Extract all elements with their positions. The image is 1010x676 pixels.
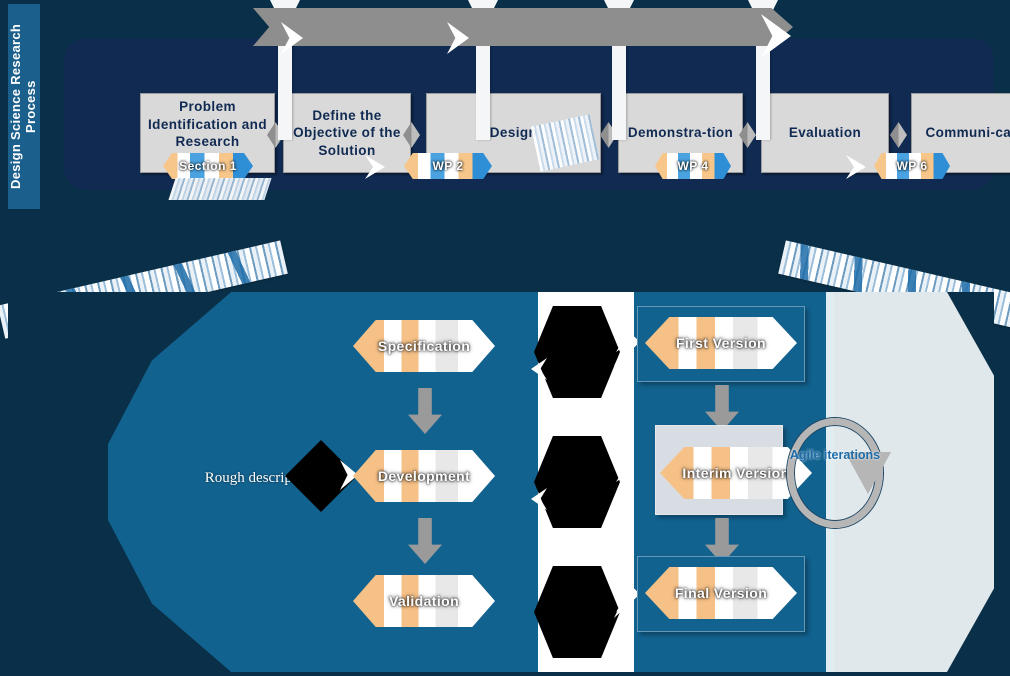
artifact-pill-final-version[interactable]: Final Version — [645, 567, 797, 619]
artifact-pill-first-version[interactable]: First Version — [645, 317, 797, 369]
work-package-badge-2[interactable]: WP 2 — [404, 153, 492, 179]
process-step-define-objective[interactable]: Define the Objective of the Solution — [283, 93, 411, 173]
work-package-badge-3[interactable]: WP 4 — [655, 153, 731, 179]
work-package-badge-4[interactable]: WP 6 — [874, 153, 950, 179]
stage-pill-development[interactable]: Development — [353, 450, 495, 502]
stage-pill-validation[interactable]: Validation — [353, 575, 495, 627]
ribbon-decoration-icon — [168, 178, 272, 200]
process-step-evaluation[interactable]: Evaluation — [761, 93, 889, 173]
lane-label-design-science-research-process: Design Science Research Process — [8, 4, 40, 209]
stage-pill-specification[interactable]: Specification — [353, 320, 495, 372]
diagram-canvas: Design Science Research Process Software… — [0, 0, 1010, 676]
agile-iterations-label: Agile iterations — [789, 448, 881, 462]
process-flow-banner-arrow-icon — [253, 8, 793, 46]
diamond-connector-icon — [890, 122, 907, 148]
work-package-badge-1[interactable]: Section 1 — [163, 153, 253, 179]
